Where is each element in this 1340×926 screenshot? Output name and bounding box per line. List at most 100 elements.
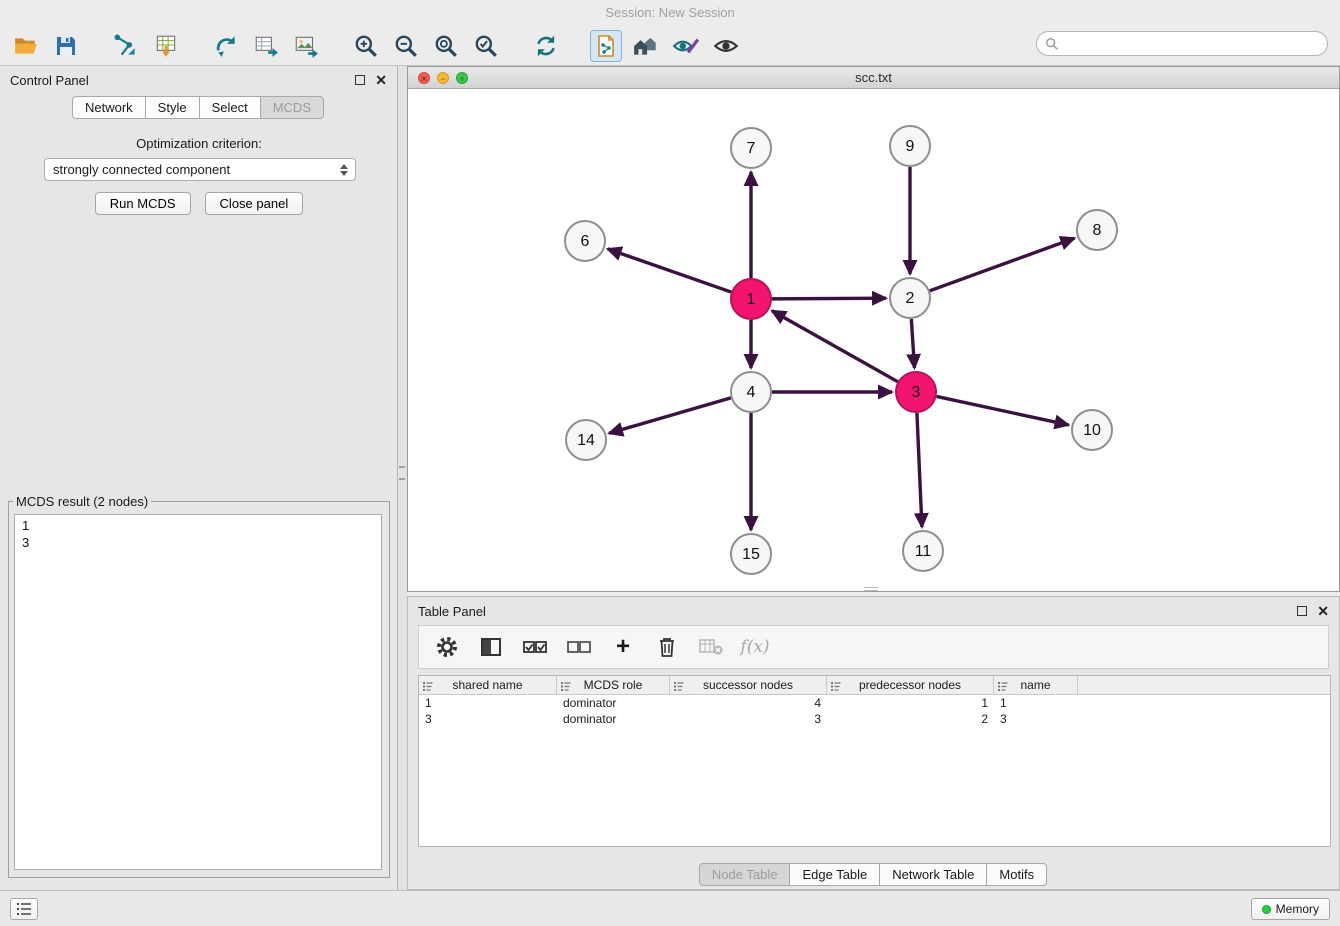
- node-8[interactable]: 8: [1077, 210, 1117, 250]
- table-panel-title: Table Panel: [418, 604, 486, 619]
- tab-select[interactable]: Select: [199, 96, 261, 119]
- close-table-panel-icon[interactable]: ✕: [1317, 606, 1329, 616]
- zoom-window-icon[interactable]: +: [456, 72, 468, 84]
- column-header-shared-name[interactable]: shared name: [419, 676, 557, 694]
- zoom-in-icon[interactable]: [350, 30, 382, 62]
- deselect-all-icon[interactable]: [565, 633, 593, 661]
- export-table-icon[interactable]: [250, 30, 282, 62]
- node-10[interactable]: 10: [1072, 410, 1112, 450]
- dropdown-stepper-icon: [337, 162, 351, 178]
- minimize-window-icon[interactable]: −: [437, 72, 449, 84]
- tab-edge-table[interactable]: Edge Table: [789, 863, 880, 886]
- node-1[interactable]: 1: [731, 279, 771, 319]
- result-line: 1: [22, 517, 374, 534]
- trash-icon[interactable]: [653, 633, 681, 661]
- cell-name: 1: [994, 696, 1078, 710]
- node-2[interactable]: 2: [890, 278, 930, 318]
- table-row[interactable]: 3 dominator 3 2 3: [419, 711, 1330, 727]
- gear-icon[interactable]: [433, 633, 461, 661]
- delete-table-icon[interactable]: [697, 633, 725, 661]
- node-table: shared name MCDS role successor nodes pr…: [418, 675, 1331, 847]
- task-history-icon[interactable]: [10, 898, 38, 920]
- edge-3-1[interactable]: [772, 311, 898, 382]
- tab-style[interactable]: Style: [145, 96, 200, 119]
- zoom-selected-icon[interactable]: [470, 30, 502, 62]
- tab-network[interactable]: Network: [72, 96, 146, 119]
- float-panel-icon[interactable]: [355, 75, 365, 85]
- export-network-icon[interactable]: [210, 30, 242, 62]
- close-panel-button[interactable]: Close panel: [205, 192, 304, 215]
- cell-predecessor-nodes: 2: [827, 712, 994, 726]
- edge-4-14[interactable]: [609, 398, 731, 433]
- home-overview-icon[interactable]: [630, 30, 662, 62]
- mcds-result-box[interactable]: 1 3: [14, 514, 382, 870]
- tab-motifs[interactable]: Motifs: [986, 863, 1047, 886]
- tab-network-table[interactable]: Network Table: [879, 863, 987, 886]
- node-15[interactable]: 15: [731, 534, 771, 574]
- node-9[interactable]: 9: [890, 126, 930, 166]
- node-6[interactable]: 6: [565, 221, 605, 261]
- window-titlebar[interactable]: Session: New Session: [0, 0, 1340, 26]
- add-column-icon[interactable]: +: [609, 633, 637, 661]
- search-box[interactable]: [1036, 31, 1328, 56]
- node-14[interactable]: 14: [566, 420, 606, 460]
- column-header-name[interactable]: name: [994, 676, 1078, 694]
- close-window-icon[interactable]: ✕: [418, 72, 430, 84]
- import-network-icon[interactable]: [110, 30, 142, 62]
- cell-successor-nodes: 4: [670, 696, 827, 710]
- memory-button[interactable]: Memory: [1251, 898, 1330, 920]
- run-mcds-button[interactable]: Run MCDS: [95, 192, 191, 215]
- canvas-scroll-grip-icon[interactable]: [864, 587, 878, 591]
- network-canvas[interactable]: 7 9 6 8 1 2 4 3 14 10 15 11: [408, 89, 1339, 591]
- import-table-icon[interactable]: [150, 30, 182, 62]
- svg-text:15: 15: [742, 546, 760, 563]
- vertical-splitter[interactable]: [398, 66, 407, 890]
- refresh-icon[interactable]: [530, 30, 562, 62]
- edge-1-6[interactable]: [608, 249, 732, 292]
- svg-text:8: 8: [1093, 222, 1102, 239]
- column-header-predecessor-nodes[interactable]: predecessor nodes: [827, 676, 994, 694]
- edge-1-2[interactable]: [772, 298, 886, 299]
- select-all-icon[interactable]: [521, 633, 549, 661]
- cell-shared-name: 3: [419, 712, 557, 726]
- edge-3-10[interactable]: [937, 396, 1069, 425]
- node-11[interactable]: 11: [903, 531, 943, 571]
- tab-node-table[interactable]: Node Table: [699, 863, 791, 886]
- svg-text:2: 2: [906, 290, 915, 307]
- memory-label: Memory: [1276, 902, 1319, 916]
- search-input[interactable]: [1059, 37, 1319, 51]
- edge-2-8[interactable]: [930, 238, 1075, 291]
- tab-mcds[interactable]: MCDS: [260, 96, 324, 119]
- export-image-icon[interactable]: [290, 30, 322, 62]
- function-builder-icon[interactable]: f(x): [741, 633, 769, 661]
- edge-3-11[interactable]: [917, 413, 922, 527]
- float-table-panel-icon[interactable]: [1297, 606, 1307, 616]
- network-window-titlebar[interactable]: ✕ − + scc.txt: [408, 67, 1339, 89]
- column-header-mcds-role[interactable]: MCDS role: [557, 676, 670, 694]
- window-title: Session: New Session: [605, 5, 734, 20]
- eye-brush-icon[interactable]: [670, 30, 702, 62]
- cell-name: 3: [994, 712, 1078, 726]
- sort-icon: [561, 680, 571, 694]
- close-panel-icon[interactable]: ✕: [375, 75, 387, 85]
- node-3[interactable]: 3: [896, 372, 936, 412]
- zoom-fit-icon[interactable]: [430, 30, 462, 62]
- svg-text:11: 11: [915, 543, 932, 560]
- eye-icon[interactable]: [710, 30, 742, 62]
- node-4[interactable]: 4: [731, 372, 771, 412]
- edge-2-3[interactable]: [911, 319, 914, 368]
- criterion-dropdown[interactable]: strongly connected component: [44, 158, 356, 181]
- save-icon[interactable]: [50, 30, 82, 62]
- export-document-icon[interactable]: [590, 30, 622, 62]
- open-folder-icon[interactable]: [10, 30, 42, 62]
- zoom-out-icon[interactable]: [390, 30, 422, 62]
- column-header-successor-nodes[interactable]: successor nodes: [670, 676, 827, 694]
- table-panel-header: Table Panel ✕: [408, 597, 1339, 625]
- sort-icon: [998, 680, 1008, 694]
- table-row[interactable]: 1 dominator 4 1 1: [419, 695, 1330, 711]
- svg-text:14: 14: [577, 432, 595, 449]
- sort-icon: [831, 680, 841, 694]
- network-graph: 7 9 6 8 1 2 4 3 14 10 15 11: [408, 89, 1339, 591]
- node-7[interactable]: 7: [731, 128, 771, 168]
- columns-icon[interactable]: [477, 633, 505, 661]
